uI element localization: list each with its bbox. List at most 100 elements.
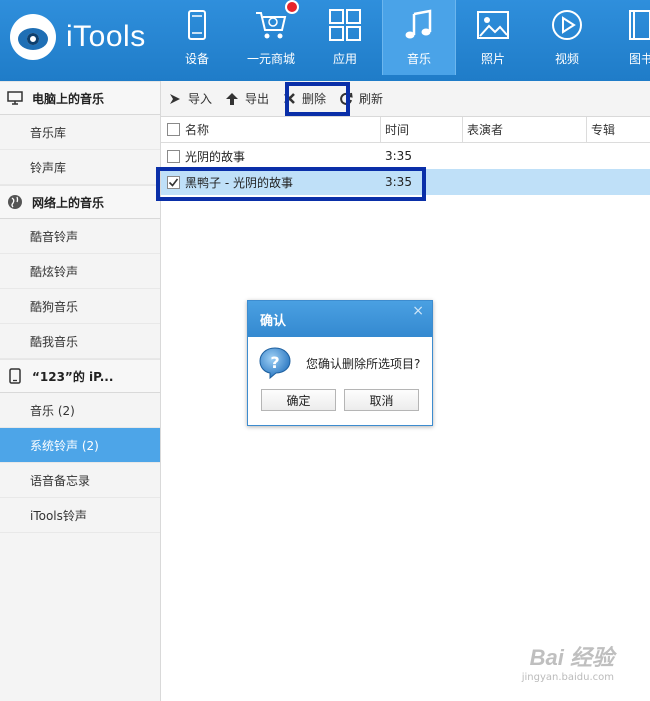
nav-apps[interactable]: 应用 [308,0,382,75]
nav-label: 图书 [628,52,650,66]
row-artist [463,143,587,169]
globe-icon [6,193,24,211]
nav-label: 视频 [554,52,579,66]
sidebar-item-label: 酷我音乐 [30,334,79,349]
export-button[interactable]: 导出 [218,84,275,114]
sidebar-section-net[interactable]: 网络上的音乐 [0,185,160,219]
header-label: 表演者 [467,123,504,137]
sidebar-item-kuwo[interactable]: 酷我音乐 [0,324,160,359]
sidebar-item-kuxuan[interactable]: 酷炫铃声 [0,254,160,289]
delete-highlight-box [285,82,350,116]
nav-video[interactable]: 视频 [530,0,604,75]
row-album [587,143,650,169]
sidebar: 电脑上的音乐 音乐库 铃声库 网络上的音乐 酷音铃声 酷炫铃声 酷狗音乐 酷我音… [0,81,161,701]
header-label: 名称 [185,123,210,137]
nav-label: 设备 [184,52,209,66]
table-header: 名称 时间 表演者 专辑 [161,117,650,143]
nav-label: 一元商城 [246,52,295,66]
cart-icon [254,8,288,42]
row-checkbox-cell [161,143,185,169]
sidebar-item-label: 系统铃声 (2) [30,438,99,453]
column-header-album[interactable]: 专辑 [587,117,650,142]
sidebar-item-label: 铃声库 [30,160,67,175]
book-icon [624,8,650,42]
app-name: iTools [66,20,146,53]
sidebar-item-device-music[interactable]: 音乐 (2) [0,393,160,428]
sidebar-item-label: 音乐 (2) [30,403,75,418]
import-label: 导入 [188,92,213,106]
header-label: 时间 [385,123,410,137]
dialog-body: ? 您确认删除所选项目? [248,337,432,389]
itools-logo-icon [10,14,56,60]
dialog-title-bar: 确认 × [248,301,432,337]
monitor-icon [6,89,24,107]
close-icon[interactable]: × [412,303,424,319]
play-icon [550,8,584,42]
notification-badge [285,0,299,14]
selected-row-highlight-box [156,167,426,201]
import-arrow-icon [167,91,183,107]
ok-button[interactable]: 确定 [261,389,336,411]
sidebar-item-label: 酷音铃声 [30,229,79,244]
sidebar-item-ringtone-library[interactable]: 铃声库 [0,150,160,185]
svg-text:?: ? [270,353,279,372]
top-header: iTools 设备 一元商城 应用 音乐 照片 视频 图书 [0,0,650,81]
nav-device[interactable]: 设备 [160,0,234,75]
export-arrow-icon [224,91,240,107]
music-note-icon [402,8,436,42]
sidebar-item-itools-ringtones[interactable]: iTools铃声 [0,498,160,533]
toolbar: 导入 导出 删除 刷新 [161,81,650,117]
sidebar-item-label: 语音备忘录 [30,473,91,488]
sidebar-item-music-library[interactable]: 音乐库 [0,115,160,150]
phone-icon [6,367,24,385]
sidebar-section-device[interactable]: “123”的 iP... [0,359,160,393]
watermark-sub: jingyan.baidu.com [521,672,614,683]
sidebar-item-label: iTools铃声 [30,508,87,523]
sidebar-item-system-ringtones[interactable]: 系统铃声 (2) [0,428,160,463]
sidebar-item-label: 酷狗音乐 [30,299,79,314]
watermark-main: Bai 经验 [529,645,614,670]
nav-label: 音乐 [406,52,431,66]
sidebar-item-label: 音乐库 [30,125,67,140]
column-header-name[interactable]: 名称 [185,117,381,142]
baidu-watermark: Bai 经验 jingyan.baidu.com [522,640,614,683]
question-icon: ? [259,347,291,380]
dialog-title: 确认 [260,313,287,329]
select-all-checkbox-cell [161,117,185,142]
import-button[interactable]: 导入 [161,84,218,114]
header-label: 专辑 [591,123,616,137]
sidebar-section-title: “123”的 iP... [32,369,114,384]
dialog-message: 您确认删除所选项目? [306,356,421,371]
export-label: 导出 [245,92,270,106]
column-header-artist[interactable]: 表演者 [463,117,587,142]
row-album [587,169,650,195]
phone-icon [180,8,214,42]
confirm-dialog: 确认 × ? 您确认删除所选项目? 确定 取消 [247,300,433,426]
nav-photos[interactable]: 照片 [456,0,530,75]
row-artist [463,169,587,195]
main-nav: 设备 一元商城 应用 音乐 照片 视频 图书 [160,0,650,75]
cancel-button[interactable]: 取消 [344,389,419,411]
nav-books[interactable]: 图书 [604,0,650,75]
row-name: 光阴的故事 [185,149,246,164]
nav-label: 照片 [480,52,505,66]
dialog-buttons: 确定 取消 [248,389,432,411]
app-logo: iTools [10,14,146,60]
sidebar-item-voice-memos[interactable]: 语音备忘录 [0,463,160,498]
sidebar-item-label: 酷炫铃声 [30,264,79,279]
row-checkbox[interactable] [166,149,180,163]
select-all-checkbox[interactable] [166,123,180,136]
sidebar-section-title: 网络上的音乐 [32,195,105,210]
nav-label: 应用 [332,52,357,66]
sidebar-item-kugou[interactable]: 酷狗音乐 [0,289,160,324]
sidebar-item-kuyin[interactable]: 酷音铃声 [0,219,160,254]
column-header-time[interactable]: 时间 [381,117,463,142]
photo-icon [476,8,510,42]
sidebar-section-pc[interactable]: 电脑上的音乐 [0,81,160,115]
sidebar-section-title: 电脑上的音乐 [32,91,105,106]
nav-mall[interactable]: 一元商城 [234,0,308,75]
apps-grid-icon [328,8,362,42]
nav-music[interactable]: 音乐 [382,0,456,75]
table-row[interactable]: 光阴的故事 3:35 [161,143,650,169]
row-time: 3:35 [385,149,412,163]
